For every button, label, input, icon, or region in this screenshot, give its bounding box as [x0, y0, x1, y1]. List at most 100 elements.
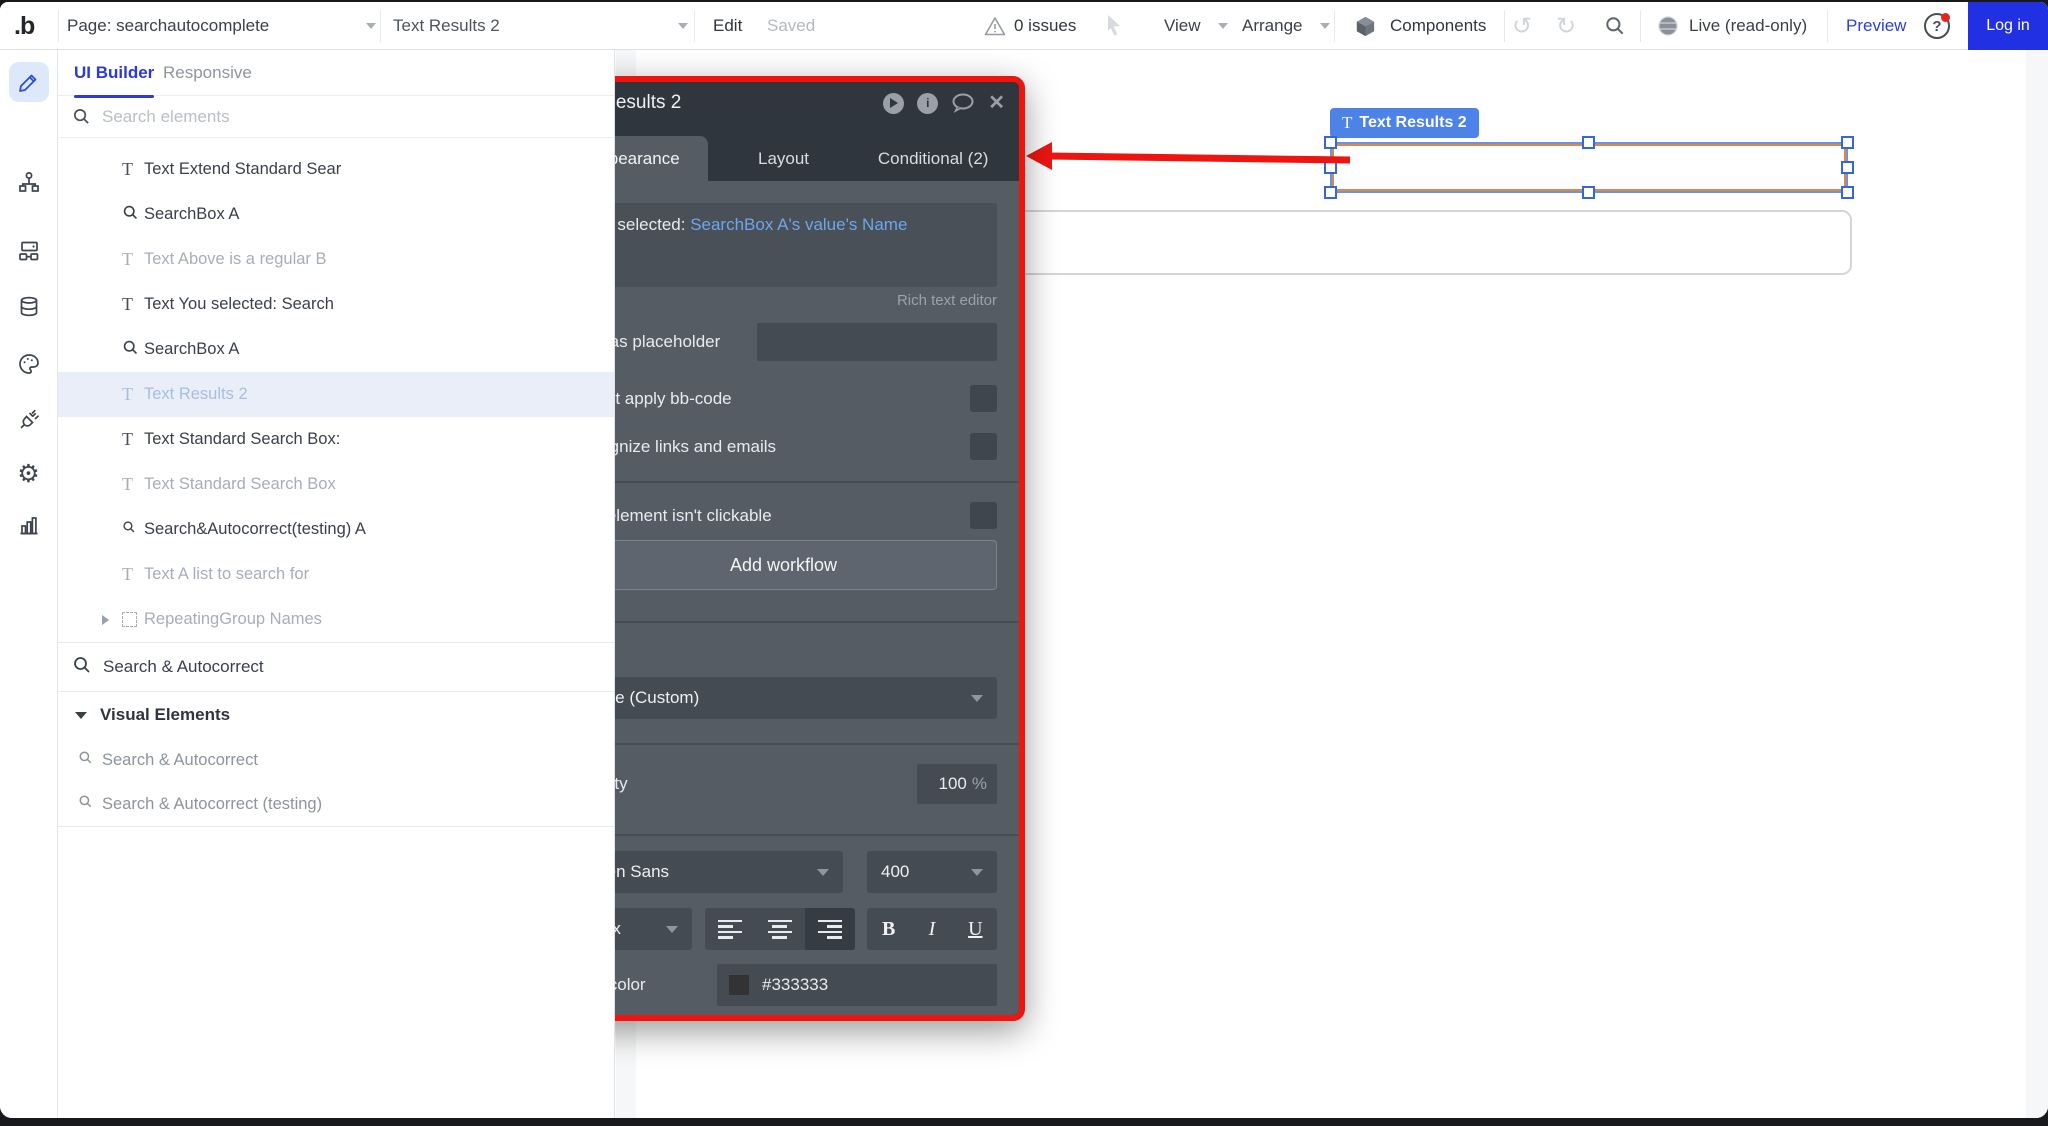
opacity-input[interactable]: 100 %	[917, 764, 997, 804]
close-icon[interactable]: ✕	[988, 93, 1005, 113]
dynamic-expression-link[interactable]: SearchBox A's value's Name	[690, 215, 907, 234]
add-workflow-button[interactable]: Add workflow	[570, 540, 997, 590]
resize-handle-s[interactable]	[1582, 186, 1595, 199]
chevron-down-icon	[817, 868, 829, 876]
resize-handle-e[interactable]	[1841, 160, 1854, 174]
page-selector[interactable]: Page: searchautocomplete	[67, 2, 269, 50]
tree-item[interactable]: T Text Extend Standard Sear	[58, 147, 614, 192]
selected-text-element[interactable]	[1324, 136, 1854, 199]
tree-item-section[interactable]: Search & Autocorrect	[58, 643, 614, 691]
chevron-down-icon	[971, 868, 983, 876]
resize-handle-sw[interactable]	[1324, 186, 1337, 199]
property-editor-body: You selected: SearchBox A's value's Name…	[548, 181, 1019, 1015]
run-icon[interactable]	[883, 92, 905, 114]
repeating-group-icon	[122, 612, 137, 627]
color-swatch[interactable]	[729, 975, 749, 995]
redo-icon[interactable]: ↻	[1556, 2, 1576, 50]
tree-item-selected[interactable]: T Text Results 2	[58, 372, 614, 417]
align-center-button[interactable]	[754, 908, 805, 950]
font-color-row: Font color #333333	[570, 964, 997, 1006]
bbcode-checkbox[interactable]	[970, 385, 997, 412]
view-menu[interactable]: View	[1164, 2, 1201, 50]
workflow-tab-icon[interactable]	[9, 162, 49, 202]
element-border	[1332, 144, 1846, 191]
element-selector[interactable]: Text Results 2	[393, 2, 500, 50]
app-window: .b Page: searchautocomplete Text Results…	[0, 2, 2048, 1118]
tab-layout[interactable]: Layout	[710, 136, 858, 181]
info-icon[interactable]: i	[917, 92, 939, 114]
resize-handle-n[interactable]	[1582, 136, 1595, 149]
property-editor-header[interactable]: Text Results 2 i ✕	[548, 82, 1019, 124]
italic-button[interactable]: I	[910, 908, 954, 950]
bold-button[interactable]: B	[867, 908, 911, 950]
left-icon-rail: ⚙	[0, 50, 58, 1118]
search-icon	[78, 794, 93, 814]
tab-ui-builder[interactable]: UI Builder	[74, 50, 155, 98]
comment-icon[interactable]	[951, 92, 975, 114]
settings-tab-icon[interactable]: ⚙	[9, 454, 49, 494]
preview-button[interactable]: Preview	[1846, 2, 1906, 50]
font-color-input[interactable]: #333333	[717, 964, 997, 1006]
top-toolbar: .b Page: searchautocomplete Text Results…	[0, 2, 2048, 50]
help-icon[interactable]: ?	[1924, 13, 1950, 39]
tree-item[interactable]: Search & Autocorrect	[58, 738, 614, 782]
tree-item[interactable]: T Text You selected: Search	[58, 282, 614, 327]
text-content-editor[interactable]: You selected: SearchBox A's value's Name	[570, 203, 997, 287]
text-icon: T	[122, 249, 133, 269]
notification-dot	[1941, 13, 1950, 22]
search-icon	[73, 108, 89, 124]
tab-responsive[interactable]: Responsive	[163, 50, 252, 96]
rich-text-editor-link[interactable]: Rich text editor	[570, 292, 997, 309]
blocks-icon	[18, 241, 38, 261]
arrange-menu[interactable]: Arrange	[1242, 2, 1302, 50]
warning-icon	[984, 16, 1006, 36]
gear-icon: ⚙	[17, 459, 40, 488]
issues-count[interactable]: 0 issues	[1014, 2, 1076, 50]
plugins-tab-icon[interactable]	[9, 400, 49, 440]
tree-item[interactable]: Search & Autocorrect (testing)	[58, 782, 614, 826]
align-left-button[interactable]	[704, 908, 755, 950]
tree-item[interactable]: T Text Standard Search Box	[58, 462, 614, 507]
data-tab-icon[interactable]	[9, 287, 49, 327]
tree-item[interactable]: Search&Autocorrect(testing) A	[58, 507, 614, 552]
components-button[interactable]: Components	[1390, 2, 1486, 50]
logs-tab-icon[interactable]	[9, 505, 49, 545]
chevron-down-icon	[971, 694, 983, 702]
edit-mode-button[interactable]: Edit	[713, 2, 742, 50]
tree-item[interactable]: T Text A list to search for	[58, 552, 614, 597]
tree-item[interactable]: T Text Above is a regular B	[58, 237, 614, 282]
search-icon[interactable]	[1604, 15, 1626, 37]
tree-item[interactable]: SearchBox A	[58, 327, 614, 372]
chevron-down-icon	[366, 23, 376, 29]
tree-item-group[interactable]: RepeatingGroup Names	[58, 597, 614, 642]
ui-builder-tab-icon[interactable]	[8, 62, 49, 102]
resize-handle-ne[interactable]	[1841, 136, 1854, 149]
layout-tab-icon[interactable]	[9, 231, 49, 271]
styles-tab-icon[interactable]	[9, 344, 49, 384]
underline-button[interactable]: U	[953, 908, 997, 950]
align-right-button[interactable]	[804, 908, 855, 950]
canvas-placeholder-input[interactable]	[757, 323, 997, 361]
recognize-links-checkbox[interactable]	[970, 433, 997, 460]
style-dropdown[interactable]: None (Custom)	[570, 677, 997, 719]
cursor-tool-icon[interactable]	[1104, 13, 1124, 39]
element-tree: T Text Extend Standard Sear SearchBox A T…	[58, 147, 614, 827]
canvas-scrollbar[interactable]	[2026, 50, 2048, 1118]
tree-item[interactable]: SearchBox A	[58, 192, 614, 237]
clickable-checkbox[interactable]	[970, 502, 997, 529]
bar-chart-icon	[20, 517, 37, 535]
login-button[interactable]: Log in	[1968, 2, 2048, 50]
resize-handle-se[interactable]	[1841, 186, 1854, 199]
font-weight-dropdown[interactable]: 400	[867, 851, 997, 893]
palette-icon	[18, 354, 39, 374]
caret-right-icon[interactable]	[102, 614, 109, 625]
divider	[58, 826, 614, 827]
font-format-row: 18px B I U	[570, 908, 997, 950]
tab-conditional[interactable]: Conditional (2)	[859, 136, 1007, 181]
undo-icon[interactable]: ↺	[1512, 2, 1532, 50]
environment-label[interactable]: Live (read-only)	[1689, 2, 1807, 50]
search-icon	[122, 204, 144, 226]
tree-item[interactable]: T Text Standard Search Box:	[58, 417, 614, 462]
visual-elements-header[interactable]: Visual Elements	[58, 692, 614, 738]
search-elements-input[interactable]	[102, 106, 502, 127]
